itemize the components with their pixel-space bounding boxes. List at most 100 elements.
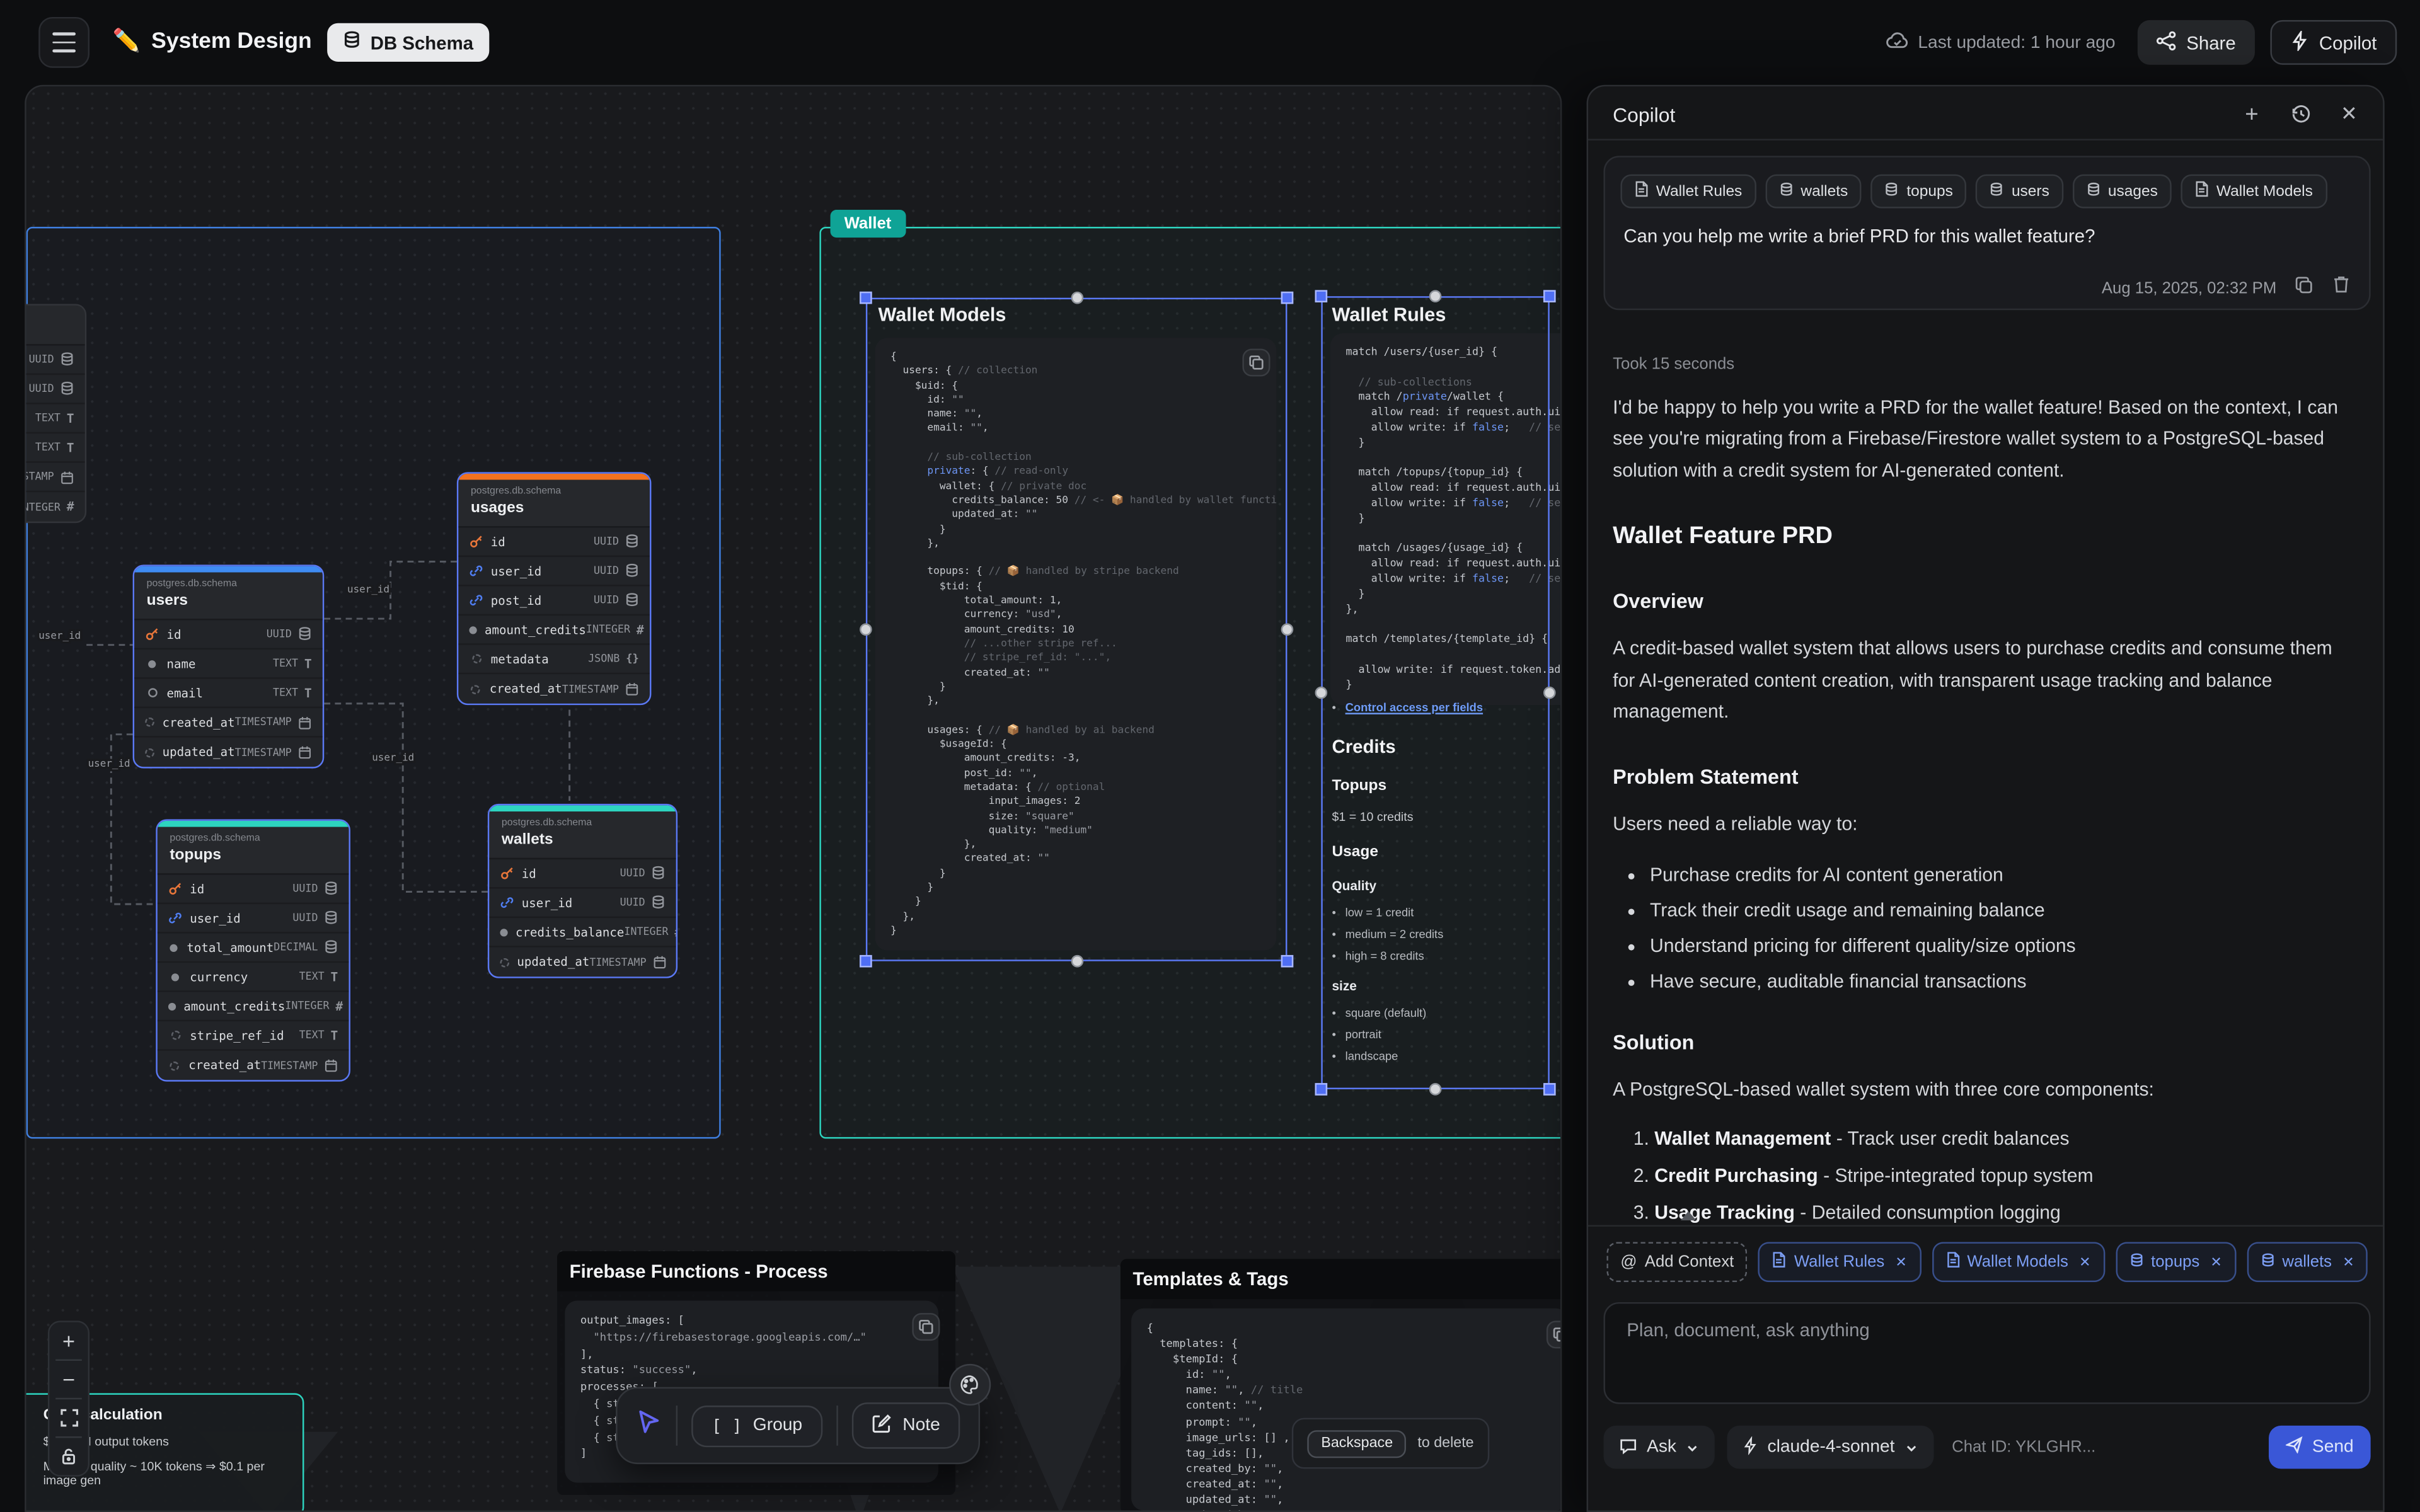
tab-db-schema[interactable]: DB Schema bbox=[327, 23, 488, 62]
menu-icon[interactable] bbox=[38, 17, 89, 68]
context-chip-wallet-rules[interactable]: Wallet Rules bbox=[1620, 175, 1756, 209]
composer-chip-wallets[interactable]: wallets✕ bbox=[2247, 1242, 2368, 1282]
selection-handle[interactable] bbox=[1543, 1083, 1556, 1096]
table-field-row[interactable]: TIMESTAMP bbox=[25, 463, 85, 493]
note-icon bbox=[872, 1413, 892, 1438]
delete-icon[interactable] bbox=[2332, 275, 2350, 302]
table-field-row[interactable]: total_amountDECIMAL bbox=[158, 934, 349, 963]
context-chip-wallet-models[interactable]: Wallet Models bbox=[2181, 175, 2327, 209]
table-field-row[interactable]: TEXTT bbox=[25, 433, 85, 463]
table-field-row[interactable]: TEXTT bbox=[25, 404, 85, 434]
context-chip-topups[interactable]: topups bbox=[1871, 175, 1967, 209]
share-button[interactable]: Share bbox=[2137, 20, 2254, 65]
credits-notes[interactable]: Control access per fields Credits Topups… bbox=[1332, 701, 1562, 1071]
selection-handle[interactable] bbox=[860, 292, 872, 304]
add-context-button[interactable]: @ Add Context bbox=[1606, 1242, 1748, 1282]
selection-handle[interactable] bbox=[1281, 292, 1294, 304]
table-field-row[interactable]: post_idUUID bbox=[458, 587, 650, 616]
copilot-button[interactable]: Copilot bbox=[2270, 20, 2397, 65]
context-chip-usages[interactable]: usages bbox=[2073, 175, 2172, 209]
table-header[interactable] bbox=[25, 306, 85, 346]
fit-view-icon[interactable] bbox=[49, 1399, 88, 1436]
table-field-row[interactable]: UUID bbox=[25, 375, 85, 404]
mode-select[interactable]: Ask bbox=[1603, 1426, 1715, 1469]
table-field-row[interactable]: created_atTIMESTAMP bbox=[134, 708, 323, 738]
table-field-row[interactable]: metadataJSONB{} bbox=[458, 645, 650, 675]
history-icon[interactable] bbox=[2289, 102, 2313, 127]
prompt-input[interactable]: Plan, document, ask anything bbox=[1603, 1302, 2370, 1404]
context-chip-users[interactable]: users bbox=[1976, 175, 2063, 209]
diagram-canvas[interactable]: Wallet user_id user_id user_id user_id U… bbox=[25, 85, 1562, 1512]
selection-handle[interactable] bbox=[860, 623, 872, 636]
table-field-row[interactable]: currencyTEXTT bbox=[158, 963, 349, 992]
table-field-row[interactable]: UUID bbox=[25, 346, 85, 375]
table-field-row[interactable]: amount_creditsINTEGER# bbox=[458, 616, 650, 645]
selection-handle[interactable] bbox=[1429, 1083, 1442, 1096]
table-field-row[interactable]: user_idUUID bbox=[158, 904, 349, 934]
close-icon[interactable]: ✕ bbox=[2337, 102, 2361, 127]
table-field-row[interactable]: credits_balanceINTEGER# bbox=[489, 918, 676, 948]
lightning-icon bbox=[1743, 1436, 1758, 1459]
table-field-row[interactable]: nameTEXTT bbox=[134, 650, 323, 679]
table-users[interactable]: postgres.db.schemausersidUUIDnameTEXTTem… bbox=[133, 564, 325, 768]
table-usages[interactable]: postgres.db.schemausagesidUUIDuser_idUUI… bbox=[457, 472, 652, 705]
table-wallets[interactable]: postgres.db.schemawalletsidUUIDuser_idUU… bbox=[488, 804, 677, 978]
table-field-row[interactable]: INTEGER# bbox=[25, 492, 85, 522]
selection-handle[interactable] bbox=[860, 955, 872, 968]
table-field-row[interactable]: updated_atTIMESTAMP bbox=[489, 948, 676, 977]
templates-code[interactable]: { templates: { $tempId: { id: "", name: … bbox=[1131, 1309, 1562, 1511]
table-field-row[interactable]: amount_creditsINTEGER# bbox=[158, 992, 349, 1022]
wallet-models-code[interactable]: { users: { // collection $uid: { id: "" … bbox=[875, 338, 1277, 950]
copy-icon[interactable] bbox=[1547, 1320, 1562, 1348]
table-header[interactable]: postgres.db.schemausers bbox=[134, 573, 323, 621]
note-button[interactable]: Note bbox=[851, 1402, 960, 1448]
cursor-tool-icon[interactable] bbox=[636, 1409, 662, 1443]
selection-handle[interactable] bbox=[1429, 290, 1442, 302]
table-field-row[interactable]: created_atTIMESTAMP bbox=[158, 1051, 349, 1080]
control-access-link[interactable]: Control access per fields bbox=[1345, 701, 1483, 714]
composer-chip-topups[interactable]: topups✕ bbox=[2116, 1242, 2236, 1282]
table-field-row[interactable]: emailTEXTT bbox=[134, 679, 323, 709]
group-button[interactable]: [ ] Group bbox=[691, 1405, 822, 1446]
selection-handle[interactable] bbox=[1315, 290, 1328, 302]
copy-icon[interactable] bbox=[912, 1313, 940, 1341]
new-chat-icon[interactable]: + bbox=[2239, 102, 2264, 127]
table-field-row[interactable]: idUUID bbox=[158, 875, 349, 905]
selection-handle[interactable] bbox=[1315, 687, 1328, 699]
table-field-row[interactable]: idUUID bbox=[134, 620, 323, 650]
zoom-out-button[interactable]: − bbox=[49, 1361, 88, 1398]
templates-block[interactable]: Templates & Tags { templates: { $tempId:… bbox=[1121, 1259, 1562, 1512]
table-field-row[interactable]: user_idUUID bbox=[458, 557, 650, 587]
table-field-row[interactable]: idUUID bbox=[458, 528, 650, 558]
context-chip-wallets[interactable]: wallets bbox=[1765, 175, 1862, 209]
model-select[interactable]: claude-4-sonnet bbox=[1727, 1426, 1933, 1469]
lock-icon[interactable] bbox=[49, 1438, 88, 1475]
composer-context-row: @ Add Context Wallet Rules✕ Wallet Models… bbox=[1606, 1242, 2375, 1282]
composer-chip-wallet-models[interactable]: Wallet Models✕ bbox=[1932, 1242, 2105, 1282]
selection-handle[interactable] bbox=[1281, 955, 1294, 968]
composer-chip-wallet-rules[interactable]: Wallet Rules✕ bbox=[1759, 1242, 1921, 1282]
table-field-row[interactable]: created_atTIMESTAMP bbox=[458, 674, 650, 704]
table-field-row[interactable]: user_idUUID bbox=[489, 889, 676, 919]
style-palette-icon[interactable] bbox=[949, 1364, 991, 1406]
table-topups[interactable]: postgres.db.schematopupsidUUIDuser_idUUI… bbox=[156, 819, 350, 1081]
send-button[interactable]: Send bbox=[2269, 1426, 2370, 1469]
table-header[interactable]: postgres.db.schemawallets bbox=[489, 811, 676, 859]
null-field-icon bbox=[168, 1061, 181, 1070]
zoom-in-button[interactable]: + bbox=[49, 1322, 88, 1360]
table-field-row[interactable]: updated_atTIMESTAMP bbox=[134, 738, 323, 767]
wallet-rules-code[interactable]: match /users/{user_id} { // sub-collecti… bbox=[1330, 333, 1562, 705]
table-header[interactable]: postgres.db.schematopups bbox=[158, 827, 349, 875]
table-field-row[interactable]: idUUID bbox=[489, 859, 676, 889]
copy-icon[interactable] bbox=[2295, 275, 2313, 302]
selection-handle[interactable] bbox=[1543, 687, 1556, 699]
table-partial[interactable]: UUIDUUIDTEXTTTEXTTTIMESTAMPINTEGER# bbox=[25, 304, 86, 523]
type-icon: # bbox=[674, 925, 677, 939]
selection-handle[interactable] bbox=[1543, 290, 1556, 302]
table-field-row[interactable]: stripe_ref_idTEXTT bbox=[158, 1021, 349, 1051]
wallet-frame-label[interactable]: Wallet bbox=[831, 210, 906, 238]
table-header[interactable]: postgres.db.schemausages bbox=[458, 480, 650, 528]
selection-handle[interactable] bbox=[1315, 1083, 1328, 1096]
copy-icon[interactable] bbox=[1242, 348, 1270, 376]
selection-handle[interactable] bbox=[1281, 623, 1294, 636]
